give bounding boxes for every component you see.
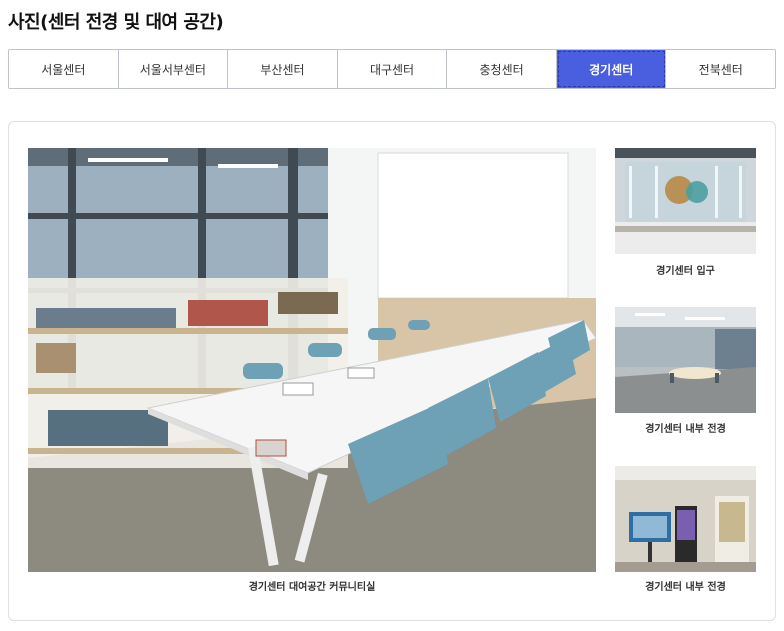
tab-gyeonggi[interactable]: 경기센터	[556, 50, 667, 88]
thumb-entrance-caption: 경기센터 입구	[656, 266, 715, 277]
thumb-interior-2-caption: 경기센터 내부 전경	[645, 582, 726, 593]
tab-busan[interactable]: 부산센터	[228, 50, 338, 88]
page-title: 사진(센터 전경 및 대여 공간)	[8, 12, 224, 33]
thumb-entrance[interactable]	[615, 148, 756, 254]
tab-chungcheong[interactable]: 충청센터	[447, 50, 557, 88]
thumb-interior-1[interactable]	[615, 307, 756, 413]
tab-daegu[interactable]: 대구센터	[337, 50, 448, 88]
tab-seoul-west[interactable]: 서울서부센터	[118, 50, 229, 88]
main-photo-community-room[interactable]	[28, 148, 596, 572]
tab-jeonbuk[interactable]: 전북센터	[666, 50, 776, 88]
thumb-interior-1-caption: 경기센터 내부 전경	[645, 424, 726, 435]
center-tabs: 서울센터 서울서부센터 부산센터 대구센터 충청센터 경기센터 전북센터	[8, 49, 776, 89]
thumb-interior-2[interactable]	[615, 466, 756, 572]
main-photo-caption: 경기센터 대여공간 커뮤니티실	[248, 582, 376, 593]
tab-seoul[interactable]: 서울센터	[9, 50, 119, 88]
photo-gallery-panel: 경기센터 대여공간 커뮤니티실 경기센터 입구 경기센터 내부 전경 경기센터 …	[8, 121, 776, 621]
